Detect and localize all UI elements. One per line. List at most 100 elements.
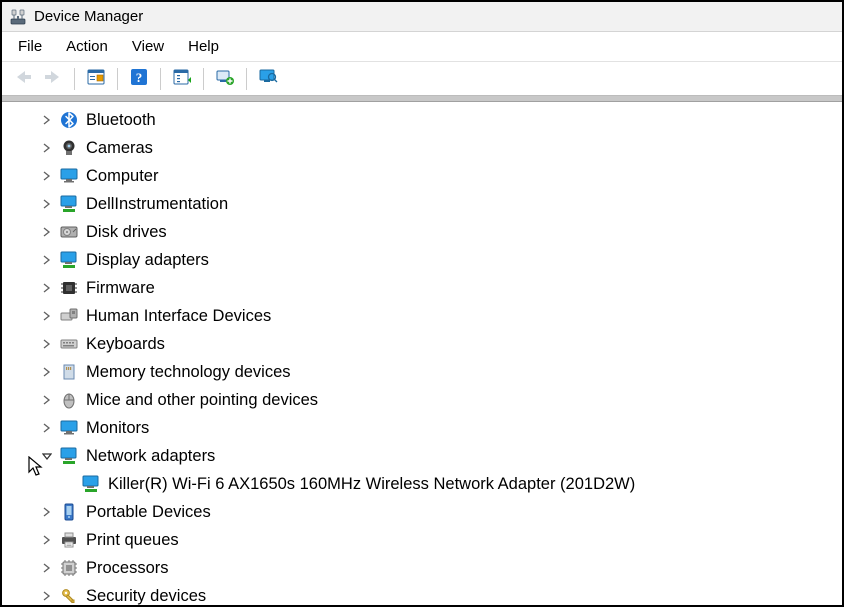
device-manager-app-icon bbox=[10, 9, 26, 25]
tree-node-label: Portable Devices bbox=[86, 503, 211, 522]
properties-icon bbox=[86, 68, 106, 90]
toolbar: ? bbox=[2, 62, 842, 96]
tree-node-firmware[interactable]: Firmware bbox=[2, 274, 842, 302]
tree-node-label: Bluetooth bbox=[86, 111, 156, 130]
expander-collapsed-icon[interactable] bbox=[40, 281, 54, 295]
tree-node-label: Processors bbox=[86, 559, 169, 578]
remote-monitor-icon bbox=[258, 68, 278, 90]
tree-node-label: Cameras bbox=[86, 139, 153, 158]
tree-node-label: Firmware bbox=[86, 279, 155, 298]
tree-node-label: DellInstrumentation bbox=[86, 195, 228, 214]
toolbar-separator bbox=[203, 68, 204, 90]
tree-node-bluetooth[interactable]: Bluetooth bbox=[2, 106, 842, 134]
tree-node-label: Print queues bbox=[86, 531, 179, 550]
scan-icon bbox=[172, 68, 192, 90]
expander-collapsed-icon[interactable] bbox=[40, 141, 54, 155]
network-adapter-icon bbox=[60, 447, 78, 465]
expander-collapsed-icon[interactable] bbox=[40, 393, 54, 407]
toolbar-separator bbox=[160, 68, 161, 90]
toolbar-separator bbox=[117, 68, 118, 90]
expander-collapsed-icon[interactable] bbox=[40, 309, 54, 323]
expander-collapsed-icon[interactable] bbox=[40, 589, 54, 603]
device-tree[interactable]: Bluetooth Cameras Computer DellInstrumen… bbox=[2, 102, 842, 605]
menu-action[interactable]: Action bbox=[54, 36, 120, 57]
tree-node-dell-instrumentation[interactable]: DellInstrumentation bbox=[2, 190, 842, 218]
tree-node-keyboards[interactable]: Keyboards bbox=[2, 330, 842, 358]
tree-node-memory-technology[interactable]: Memory technology devices bbox=[2, 358, 842, 386]
expander-collapsed-icon[interactable] bbox=[40, 225, 54, 239]
expander-collapsed-icon[interactable] bbox=[40, 561, 54, 575]
keyboard-icon bbox=[60, 335, 78, 353]
expander-expanded-icon[interactable] bbox=[40, 449, 54, 463]
add-hardware-icon bbox=[215, 68, 235, 90]
bluetooth-icon bbox=[60, 111, 78, 129]
tree-node-print-queues[interactable]: Print queues bbox=[2, 526, 842, 554]
forward-arrow-icon bbox=[43, 69, 63, 89]
toolbar-remote-button[interactable] bbox=[253, 65, 283, 93]
tree-node-portable-devices[interactable]: Portable Devices bbox=[2, 498, 842, 526]
title-bar: Device Manager bbox=[2, 2, 842, 32]
tree-node-monitors[interactable]: Monitors bbox=[2, 414, 842, 442]
tree-node-security-devices[interactable]: Security devices bbox=[2, 582, 842, 605]
monitor-icon bbox=[60, 419, 78, 437]
tree-node-processors[interactable]: Processors bbox=[2, 554, 842, 582]
toolbar-forward-button[interactable] bbox=[38, 65, 68, 93]
window-title: Device Manager bbox=[34, 8, 143, 25]
tree-node-label: Keyboards bbox=[86, 335, 165, 354]
tree-node-label: Killer(R) Wi-Fi 6 AX1650s 160MHz Wireles… bbox=[108, 475, 635, 494]
mouse-icon bbox=[60, 391, 78, 409]
help-icon: ? bbox=[130, 68, 148, 90]
tree-node-label: Memory technology devices bbox=[86, 363, 291, 382]
key-icon bbox=[60, 587, 78, 605]
toolbar-properties-button[interactable] bbox=[81, 65, 111, 93]
tree-node-mice[interactable]: Mice and other pointing devices bbox=[2, 386, 842, 414]
display-adapter-icon bbox=[60, 251, 78, 269]
tree-node-computer[interactable]: Computer bbox=[2, 162, 842, 190]
expander-collapsed-icon[interactable] bbox=[40, 113, 54, 127]
menu-help[interactable]: Help bbox=[176, 36, 231, 57]
printer-icon bbox=[60, 531, 78, 549]
tree-node-label: Disk drives bbox=[86, 223, 167, 242]
toolbar-separator bbox=[246, 68, 247, 90]
expander-collapsed-icon[interactable] bbox=[40, 169, 54, 183]
hid-icon bbox=[60, 307, 78, 325]
tree-leaf-network-adapter[interactable]: Killer(R) Wi-Fi 6 AX1650s 160MHz Wireles… bbox=[2, 470, 842, 498]
tree-node-label: Display adapters bbox=[86, 251, 209, 270]
tree-node-cameras[interactable]: Cameras bbox=[2, 134, 842, 162]
tree-node-label: Mice and other pointing devices bbox=[86, 391, 318, 410]
menu-bar: File Action View Help bbox=[2, 32, 842, 62]
svg-text:?: ? bbox=[136, 70, 143, 85]
monitor-icon bbox=[60, 167, 78, 185]
expander-collapsed-icon[interactable] bbox=[40, 505, 54, 519]
camera-icon bbox=[60, 139, 78, 157]
expander-collapsed-icon[interactable] bbox=[40, 421, 54, 435]
tree-node-display-adapters[interactable]: Display adapters bbox=[2, 246, 842, 274]
network-adapter-icon bbox=[82, 475, 100, 493]
expander-collapsed-icon[interactable] bbox=[40, 253, 54, 267]
toolbar-help-button[interactable]: ? bbox=[124, 65, 154, 93]
menu-file[interactable]: File bbox=[6, 36, 54, 57]
tree-node-human-interface-devices[interactable]: Human Interface Devices bbox=[2, 302, 842, 330]
toolbar-scan-button[interactable] bbox=[167, 65, 197, 93]
menu-view[interactable]: View bbox=[120, 36, 176, 57]
tree-node-label: Monitors bbox=[86, 419, 149, 438]
expander-collapsed-icon[interactable] bbox=[40, 533, 54, 547]
chip-icon bbox=[60, 279, 78, 297]
sd-card-icon bbox=[60, 363, 78, 381]
expander-collapsed-icon[interactable] bbox=[40, 337, 54, 351]
tree-node-label: Human Interface Devices bbox=[86, 307, 271, 326]
toolbar-back-button[interactable] bbox=[8, 65, 38, 93]
toolbar-separator bbox=[74, 68, 75, 90]
monitor-network-icon bbox=[60, 195, 78, 213]
tree-node-network-adapters[interactable]: Network adapters bbox=[2, 442, 842, 470]
tree-node-label: Security devices bbox=[86, 587, 206, 606]
portable-device-icon bbox=[60, 503, 78, 521]
expander-collapsed-icon[interactable] bbox=[40, 365, 54, 379]
tree-node-label: Computer bbox=[86, 167, 158, 186]
tree-node-disk-drives[interactable]: Disk drives bbox=[2, 218, 842, 246]
back-arrow-icon bbox=[13, 69, 33, 89]
expander-collapsed-icon[interactable] bbox=[40, 197, 54, 211]
tree-node-label: Network adapters bbox=[86, 447, 215, 466]
toolbar-add-hardware-button[interactable] bbox=[210, 65, 240, 93]
disk-drive-icon bbox=[60, 223, 78, 241]
